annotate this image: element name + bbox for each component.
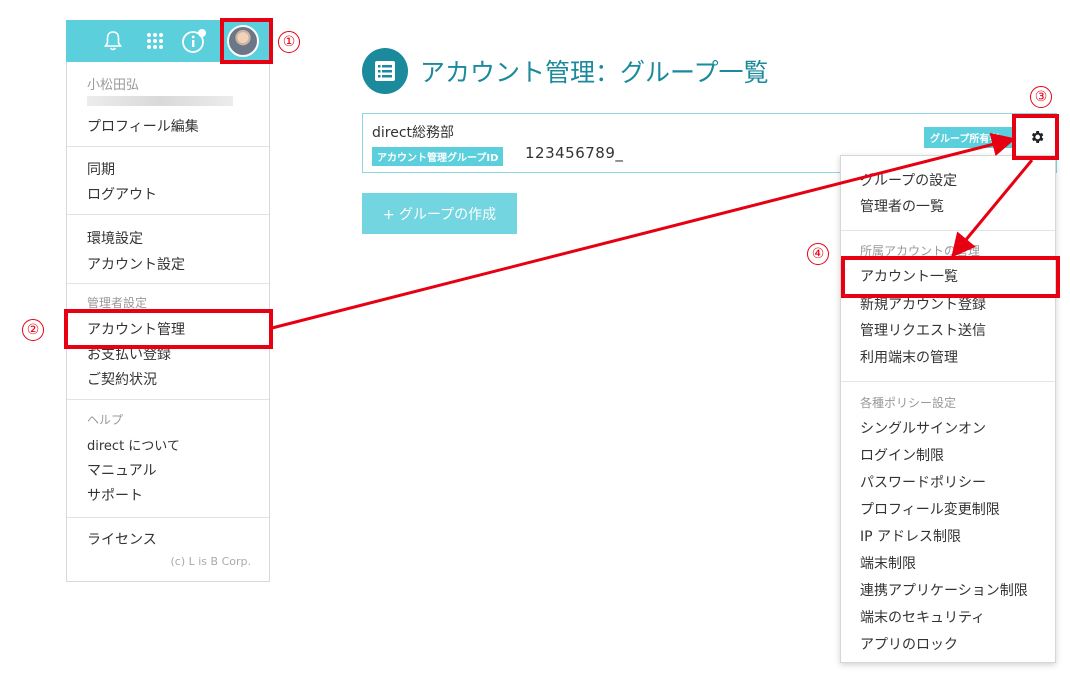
- step-4-marker: ④: [807, 243, 829, 265]
- highlight-gear: [1012, 114, 1059, 160]
- highlight-avatar: [220, 18, 273, 64]
- highlight-account-list: [841, 256, 1060, 298]
- step-1-marker: ①: [278, 31, 300, 53]
- arrow-2-to-3: [271, 132, 1016, 330]
- step-3-marker: ③: [1030, 86, 1052, 108]
- arrow-3-to-4: [951, 159, 1034, 258]
- highlight-account-management: [64, 309, 273, 349]
- step-2-marker: ②: [22, 319, 44, 341]
